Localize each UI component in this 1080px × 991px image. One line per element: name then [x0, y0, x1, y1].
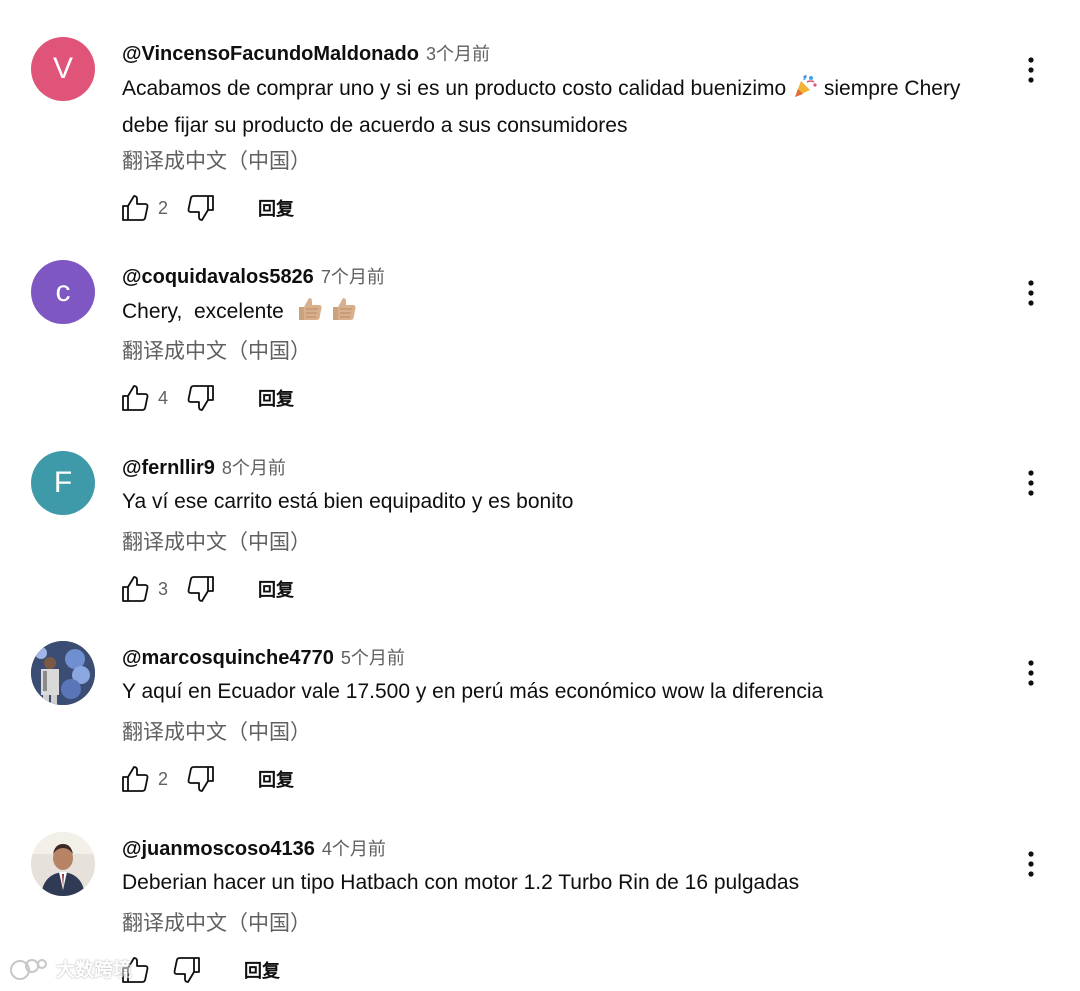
reply-button[interactable]: 回复: [258, 576, 294, 602]
comment-actions: 4 回复: [118, 382, 294, 414]
translate-link[interactable]: 翻译成中文（中国）: [122, 335, 311, 365]
thumb-down-icon: [187, 766, 214, 792]
like-count: 2: [158, 768, 169, 789]
comment-text: Y aquí en Ecuador vale 17.500 y en perú …: [122, 675, 982, 708]
thumb-up-icon: [122, 385, 149, 411]
comment-actions: 2 回复: [118, 192, 294, 224]
comment-header: @juanmoscoso4136 4个月前: [122, 835, 386, 861]
avatar[interactable]: F: [31, 451, 95, 515]
more-options-button[interactable]: [1018, 278, 1044, 308]
comment-text: Acabamos de comprar uno y si es un produ…: [122, 72, 982, 142]
comment-time[interactable]: 5个月前: [341, 644, 405, 670]
comment-author[interactable]: @VincensoFacundoMaldonado: [122, 43, 419, 66]
comment-actions: 2 回复: [118, 763, 294, 795]
comment-text-part: Chery, excelente: [122, 300, 284, 323]
comment-text: Ya ví ese carrito está bien equipadito y…: [122, 485, 982, 518]
avatar-photo: [31, 641, 95, 705]
like-button[interactable]: [118, 954, 152, 986]
thumb-down-icon: [187, 385, 214, 411]
more-options-button[interactable]: [1018, 55, 1044, 85]
thumb-up-icon: [122, 195, 149, 221]
comment-header: @VincensoFacundoMaldonado 3个月前: [122, 40, 490, 66]
comment-header: @fernllir9 8个月前: [122, 454, 286, 480]
like-button[interactable]: [118, 382, 152, 414]
more-vert-icon: [1028, 57, 1034, 83]
more-vert-icon: [1028, 851, 1034, 877]
comment-author[interactable]: @juanmoscoso4136: [122, 838, 315, 861]
translate-link[interactable]: 翻译成中文（中国）: [122, 716, 311, 746]
like-count: 3: [158, 578, 169, 599]
comment-author[interactable]: @coquidavalos5826: [122, 266, 314, 289]
comment-text-part: Acabamos de comprar uno y si es un produ…: [122, 77, 787, 100]
reply-button[interactable]: 回复: [244, 957, 280, 983]
more-vert-icon: [1028, 660, 1034, 686]
comment-time[interactable]: 4个月前: [322, 835, 386, 861]
avatar[interactable]: [31, 832, 95, 896]
reply-button[interactable]: 回复: [258, 385, 294, 411]
like-button[interactable]: [118, 763, 152, 795]
thumb-down-icon: [173, 957, 200, 983]
avatar-photo: [31, 832, 95, 896]
thumb-up-icon: [122, 957, 149, 983]
thumbs-up-emoji-icon: [330, 296, 358, 332]
dislike-button[interactable]: [184, 763, 218, 795]
dislike-button[interactable]: [184, 382, 218, 414]
like-button[interactable]: [118, 573, 152, 605]
thumb-down-icon: [187, 576, 214, 602]
comment-author[interactable]: @fernllir9: [122, 457, 215, 480]
translate-link[interactable]: 翻译成中文（中国）: [122, 526, 311, 556]
comment-thread: F @fernllir9 8个月前 Ya ví ese carrito está…: [0, 451, 1080, 641]
comment-text-part: Deberian hacer un tipo Hatbach con motor…: [122, 871, 800, 894]
like-button[interactable]: [118, 192, 152, 224]
more-options-button[interactable]: [1018, 658, 1044, 688]
comment-time[interactable]: 3个月前: [426, 40, 490, 66]
comment-text: Deberian hacer un tipo Hatbach con motor…: [122, 866, 982, 899]
avatar-letter: V: [52, 52, 73, 85]
avatar[interactable]: [31, 641, 95, 705]
thumb-down-icon: [187, 195, 214, 221]
reply-button[interactable]: 回复: [258, 766, 294, 792]
comment-text-part: Ya ví ese carrito está bien equipadito y…: [122, 490, 574, 513]
thumb-up-icon: [122, 576, 149, 602]
comment-text-part: Y aquí en Ecuador vale 17.500 y en perú …: [122, 680, 824, 703]
thumbs-up-emoji-icon: [296, 296, 324, 332]
translate-link[interactable]: 翻译成中文（中国）: [122, 907, 311, 937]
comment-actions: 回复: [118, 954, 280, 986]
more-vert-icon: [1028, 280, 1034, 306]
translate-link[interactable]: 翻译成中文（中国）: [122, 145, 311, 175]
party-popper-icon: [792, 73, 818, 109]
comment-thread: V @VincensoFacundoMaldonado 3个月前 Acabamo…: [0, 37, 1080, 227]
comment-thread: @juanmoscoso4136 4个月前 Deberian hacer un …: [0, 832, 1080, 991]
like-count: 4: [158, 387, 169, 408]
comment-time[interactable]: 8个月前: [222, 454, 286, 480]
avatar-letter: F: [53, 466, 73, 499]
comment-header: @coquidavalos5826 7个月前: [122, 263, 385, 289]
comment-header: @marcosquinche4770 5个月前: [122, 644, 405, 670]
dislike-button[interactable]: [184, 573, 218, 605]
avatar[interactable]: V: [31, 37, 95, 101]
avatar-letter: c: [55, 275, 71, 308]
dislike-button[interactable]: [184, 192, 218, 224]
more-options-button[interactable]: [1018, 468, 1044, 498]
reply-button[interactable]: 回复: [258, 195, 294, 221]
avatar[interactable]: c: [31, 260, 95, 324]
more-options-button[interactable]: [1018, 849, 1044, 879]
like-count: 2: [158, 197, 169, 218]
comment-thread: @marcosquinche4770 5个月前 Y aquí en Ecuado…: [0, 641, 1080, 831]
thumb-up-icon: [122, 766, 149, 792]
dislike-button[interactable]: [170, 954, 204, 986]
comment-text: Chery, excelente: [122, 295, 982, 332]
comment-actions: 3 回复: [118, 573, 294, 605]
comment-author[interactable]: @marcosquinche4770: [122, 647, 334, 670]
comment-time[interactable]: 7个月前: [321, 263, 385, 289]
more-vert-icon: [1028, 470, 1034, 496]
comment-thread: c @coquidavalos5826 7个月前 Chery, excelent…: [0, 260, 1080, 450]
